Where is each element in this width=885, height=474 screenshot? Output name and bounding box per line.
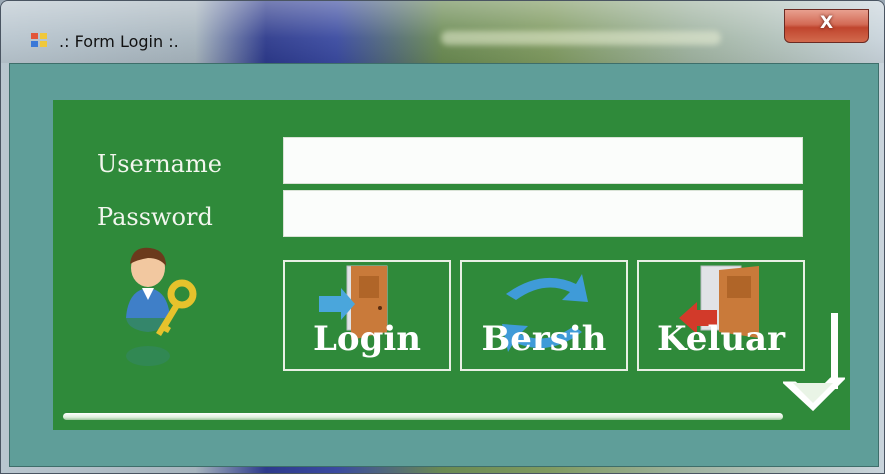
close-button[interactable]: X	[784, 9, 869, 43]
clear-button-label: Bersih	[481, 319, 607, 359]
close-icon: X	[819, 13, 834, 33]
client-area: Username Password Login Bersih Keluar	[9, 63, 879, 467]
progress-line	[63, 413, 783, 420]
login-button[interactable]: Login	[283, 260, 451, 371]
exit-button[interactable]: Keluar	[637, 260, 805, 371]
app-window-icon	[31, 33, 49, 49]
user-key-icon	[126, 247, 197, 366]
window-title: .: Form Login :.	[59, 32, 179, 51]
password-input[interactable]	[283, 190, 803, 237]
title-bar[interactable]: .: Form Login :. X	[1, 1, 884, 63]
username-label: Username	[97, 150, 222, 178]
exit-button-label: Keluar	[656, 319, 785, 359]
login-window: .: Form Login :. X Username Password Log…	[0, 0, 885, 474]
clear-button[interactable]: Bersih	[460, 260, 628, 371]
login-panel: Username Password Login Bersih Keluar	[53, 100, 850, 430]
password-label: Password	[97, 203, 213, 231]
login-button-label: Login	[313, 319, 421, 359]
down-arrow-icon	[783, 313, 845, 412]
username-input[interactable]	[283, 137, 803, 184]
